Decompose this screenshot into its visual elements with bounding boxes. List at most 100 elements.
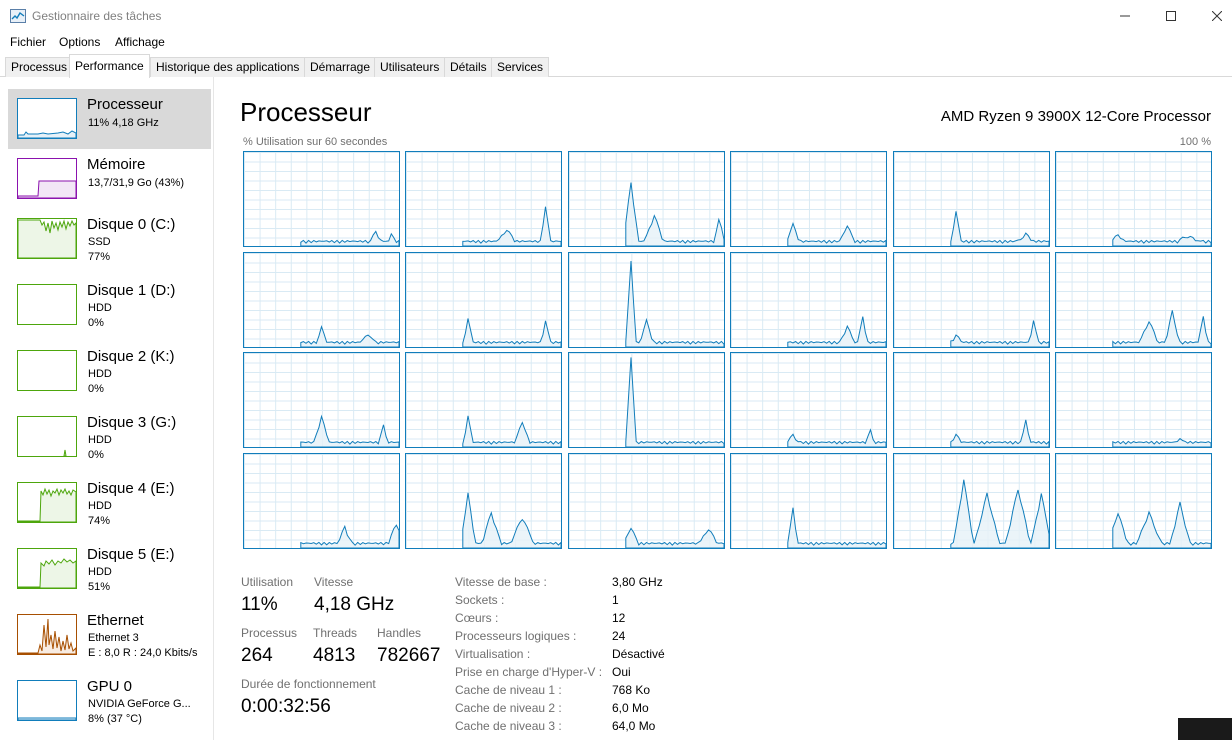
threads-value: 4813	[313, 645, 356, 666]
logical-processor-graph	[1055, 251, 1212, 348]
memoire-thumbnail	[17, 158, 77, 199]
cpu-activity-line	[625, 357, 724, 448]
cpu-model-name: AMD Ryzen 9 3900X 12-Core Processor	[940, 108, 1211, 125]
sidebar-item-disque-5[interactable]: Disque 5 (E:) HDD 51%	[8, 539, 211, 599]
cpu-activity-line	[1112, 438, 1211, 448]
cpu-activity-line	[625, 182, 724, 246]
sidebar-item-usage: 77%	[88, 251, 111, 263]
utilisation-value: 11%	[241, 594, 278, 615]
sidebar-item-detail: 11% 4,18 GHz	[88, 117, 159, 129]
sidebar: Processeur 11% 4,18 GHz Mémoire 13,7/31,…	[0, 77, 214, 740]
cpu-activity-line	[462, 317, 562, 347]
sidebar-item-label: Disque 5 (E:)	[87, 546, 175, 563]
sidebar-item-throughput: E : 8,0 R : 24,0 Kbits/s	[88, 647, 198, 659]
info-label: Sockets :	[455, 593, 505, 607]
logical-processor-graph	[892, 352, 1050, 449]
tab-utilisateurs[interactable]: Utilisateurs	[374, 57, 446, 77]
info-value: 24	[612, 629, 626, 643]
logical-processor-graph	[567, 352, 725, 449]
graph-max-label: 100 %	[1179, 136, 1211, 148]
info-label: Cœurs :	[455, 611, 499, 625]
tab-demarrage[interactable]: Démarrage	[304, 57, 377, 77]
sidebar-item-disque-4[interactable]: Disque 4 (E:) HDD 74%	[8, 473, 211, 533]
handles-value: 782667	[377, 645, 441, 666]
logical-processor-graph	[1055, 452, 1212, 549]
info-label: Cache de niveau 3 :	[455, 719, 562, 733]
task-manager-icon	[10, 9, 26, 23]
info-value: 6,0 Mo	[612, 701, 649, 715]
disque-4-thumbnail	[17, 482, 77, 523]
info-label: Cache de niveau 2 :	[455, 701, 562, 715]
sidebar-item-usage: 0%	[88, 317, 104, 329]
logical-processor-graph	[892, 452, 1050, 549]
logical-processor-graph	[730, 251, 888, 348]
logical-processor-graph	[405, 352, 563, 449]
logical-processor-graph	[730, 151, 888, 247]
tab-details[interactable]: Détails	[444, 57, 493, 77]
sidebar-item-disque-0[interactable]: Disque 0 (C:) SSD 77%	[8, 209, 211, 269]
cpu-activity-line	[462, 415, 562, 448]
sidebar-item-type: SSD	[88, 236, 111, 248]
sidebar-item-detail: 13,7/31,9 Go (43%)	[88, 177, 185, 189]
info-label: Virtualisation :	[455, 647, 531, 661]
window-title: Gestionnaire des tâches	[32, 9, 162, 23]
uptime-value: 0:00:32:56	[241, 696, 331, 717]
processus-label: Processus	[241, 626, 298, 640]
info-value: 1	[612, 593, 619, 607]
cpu-activity-line	[787, 428, 887, 448]
logical-processor-graph	[243, 151, 400, 247]
cpu-activity-line	[300, 524, 399, 548]
info-value: Oui	[612, 665, 631, 679]
sidebar-item-label: Disque 2 (K:)	[87, 348, 175, 365]
logical-processor-graph	[1055, 352, 1212, 449]
menu-affichage[interactable]: Affichage	[115, 35, 165, 49]
cpu-activity-line	[462, 206, 562, 246]
cpu-activity-line	[300, 324, 399, 347]
close-icon	[1212, 11, 1222, 21]
threads-label: Threads	[313, 626, 358, 640]
logical-processor-graph	[567, 151, 725, 247]
sidebar-item-disque-2[interactable]: Disque 2 (K:) HDD 0%	[8, 341, 211, 401]
info-label: Vitesse de base :	[455, 575, 547, 589]
info-label: Prise en charge d'Hyper-V :	[455, 665, 603, 679]
taskbar-corner	[1178, 718, 1232, 740]
sidebar-item-memoire[interactable]: Mémoire 13,7/31,9 Go (43%)	[8, 149, 211, 209]
info-label: Cache de niveau 1 :	[455, 683, 562, 697]
sidebar-item-ethernet[interactable]: Ethernet Ethernet 3 E : 8,0 R : 24,0 Kbi…	[8, 605, 211, 665]
ethernet-thumbnail	[17, 614, 77, 655]
maximize-button[interactable]	[1148, 0, 1194, 32]
logical-processor-graph	[405, 151, 563, 247]
sidebar-item-usage: 74%	[88, 515, 111, 527]
sidebar-item-adapter: Ethernet 3	[88, 632, 139, 644]
logical-processor-graphs	[243, 151, 1212, 549]
logical-processor-graph	[567, 251, 725, 348]
page-title: Processeur	[240, 97, 372, 127]
sidebar-item-label: GPU 0	[87, 678, 133, 695]
cpu-activity-line	[462, 492, 562, 548]
minimize-icon	[1120, 15, 1130, 17]
menu-fichier[interactable]: Fichier	[10, 35, 46, 49]
tab-historique[interactable]: Historique des applications	[150, 57, 306, 77]
minimize-button[interactable]	[1102, 0, 1148, 32]
cpu-activity-line	[949, 419, 1049, 448]
menu-options[interactable]: Options	[59, 35, 100, 49]
tab-performance[interactable]: Performance	[69, 54, 150, 78]
sidebar-item-processeur[interactable]: Processeur 11% 4,18 GHz	[8, 89, 211, 149]
sidebar-item-gpu-0[interactable]: GPU 0 NVIDIA GeForce G... 8% (37 °C)	[8, 671, 211, 731]
info-value: 64,0 Mo	[612, 719, 656, 733]
maximize-icon	[1166, 11, 1176, 21]
sidebar-item-disque-3[interactable]: Disque 3 (G:) HDD 0%	[8, 407, 211, 467]
cpu-activity-line	[949, 211, 1049, 246]
cpu-activity-line	[300, 230, 399, 246]
utilisation-label: Utilisation	[241, 575, 294, 589]
logical-processor-graph	[730, 452, 888, 549]
logical-processor-graph	[405, 452, 563, 549]
sidebar-item-disque-1[interactable]: Disque 1 (D:) HDD 0%	[8, 275, 211, 335]
info-value: 3,80 GHz	[612, 575, 663, 589]
tab-processus[interactable]: Processus	[5, 57, 74, 77]
logical-processor-graph	[243, 452, 400, 549]
sidebar-item-type: HDD	[88, 566, 112, 578]
close-button[interactable]	[1194, 0, 1232, 32]
tab-services[interactable]: Services	[491, 57, 550, 77]
handles-label: Handles	[377, 626, 422, 640]
